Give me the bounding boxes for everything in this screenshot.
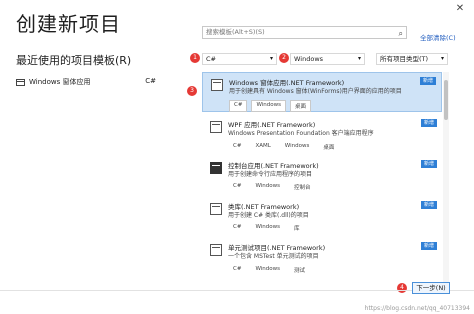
- template-tags: C# Windows 测试: [228, 264, 310, 276]
- template-tag: C#: [233, 143, 242, 149]
- annotation-marker: 4: [397, 283, 407, 293]
- new-badge: 新增: [420, 201, 437, 209]
- next-button[interactable]: 下一步(N): [412, 282, 450, 294]
- close-icon[interactable]: ✕: [454, 3, 466, 15]
- platform-filter-dropdown[interactable]: Windows ▾: [290, 53, 365, 65]
- recent-template-name: Windows 窗体应用: [29, 78, 91, 86]
- template-tag: Windows: [255, 266, 281, 272]
- template-tags: C# Windows 库: [228, 222, 305, 234]
- template-desc: 一个包含 MSTest 单元测试的项目: [228, 253, 319, 260]
- scrollbar-thumb[interactable]: [444, 80, 448, 120]
- search-icon: ⌕: [398, 29, 403, 38]
- template-card[interactable]: Windows 窗体应用(.NET Framework) 用于创建具有 Wind…: [202, 72, 442, 112]
- template-card[interactable]: 控制台应用(.NET Framework) 用于创建命令行应用程序的项目 新增 …: [202, 156, 442, 194]
- search-input[interactable]: 搜索模板(Alt+S)(S) ⌕: [202, 26, 407, 39]
- window-form-icon: [16, 78, 25, 86]
- search-placeholder: 搜索模板(Alt+S)(S): [206, 28, 265, 36]
- platform-filter-value: Windows: [294, 55, 324, 63]
- template-tags: C# Windows 桌面: [229, 100, 312, 112]
- recent-templates-heading: 最近使用的项目模板(R): [16, 54, 132, 67]
- template-tag: 桌面: [290, 100, 312, 112]
- template-tag: Windows: [255, 224, 281, 230]
- template-desc: 用于创建 C# 类库(.dll)的项目: [228, 212, 309, 219]
- annotation-marker: 3: [187, 86, 197, 96]
- recent-template-item[interactable]: Windows 窗体应用 C#: [16, 75, 156, 89]
- template-card[interactable]: 单元测试项目(.NET Framework) 一个包含 MSTest 单元测试的…: [202, 238, 442, 276]
- template-tag: XAML: [255, 143, 271, 149]
- template-tag: 控制台: [294, 185, 311, 191]
- template-tag: Windows: [251, 100, 287, 112]
- winforms-icon: [211, 79, 223, 91]
- page-title: 创建新项目: [16, 12, 121, 36]
- template-tag: C#: [229, 100, 248, 112]
- class-library-icon: [210, 203, 222, 215]
- annotation-marker: 2: [279, 53, 289, 63]
- template-tag: Windows: [284, 143, 310, 149]
- template-tag: 桌面: [323, 145, 335, 151]
- chevron-down-icon: ▾: [440, 55, 444, 62]
- template-tag: C#: [233, 183, 242, 189]
- annotation-marker: 1: [190, 53, 200, 63]
- template-desc: 用于创建具有 Windows 窗体(WinForms)用户界面的应用的项目: [229, 88, 402, 95]
- template-card[interactable]: WPF 应用(.NET Framework) Windows Presentat…: [202, 115, 442, 153]
- new-badge: 新增: [420, 160, 437, 168]
- language-filter-value: C#: [206, 55, 216, 63]
- new-badge: 新增: [420, 119, 437, 127]
- template-tag: 库: [294, 226, 300, 232]
- template-tag: Windows: [255, 183, 281, 189]
- recent-template-lang: C#: [145, 77, 156, 85]
- template-tag: C#: [233, 224, 242, 230]
- footer-divider: [0, 290, 474, 291]
- create-project-window: ✕ 创建新项目 最近使用的项目模板(R) Windows 窗体应用 C# 搜索模…: [0, 0, 474, 314]
- chevron-down-icon: ▾: [357, 55, 361, 62]
- template-card[interactable]: 类库(.NET Framework) 用于创建 C# 类库(.dll)的项目 新…: [202, 197, 442, 235]
- project-type-filter-dropdown[interactable]: 所有项目类型(T) ▾: [376, 53, 448, 65]
- chevron-down-icon: ▾: [269, 55, 273, 62]
- language-filter-dropdown[interactable]: C# ▾: [202, 53, 277, 65]
- clear-all-link[interactable]: 全部清除(C): [420, 32, 456, 42]
- template-desc: Windows Presentation Foundation 客户端应用程序: [228, 130, 374, 137]
- unit-test-icon: [210, 244, 222, 256]
- template-list: Windows 窗体应用(.NET Framework) 用于创建具有 Wind…: [202, 72, 448, 282]
- template-tag: C#: [233, 266, 242, 272]
- console-icon: [210, 162, 222, 174]
- new-badge: 新增: [420, 242, 437, 250]
- template-tags: C# Windows 控制台: [228, 181, 316, 193]
- template-desc: 用于创建命令行应用程序的项目: [228, 171, 313, 178]
- project-type-filter-value: 所有项目类型(T): [380, 55, 429, 63]
- wpf-icon: [210, 121, 222, 133]
- watermark-text: https://blog.csdn.net/qq_40713394: [364, 305, 470, 312]
- new-badge: 新增: [419, 77, 436, 85]
- template-tag: 测试: [294, 268, 306, 274]
- template-tags: C# XAML Windows 桌面: [228, 141, 339, 153]
